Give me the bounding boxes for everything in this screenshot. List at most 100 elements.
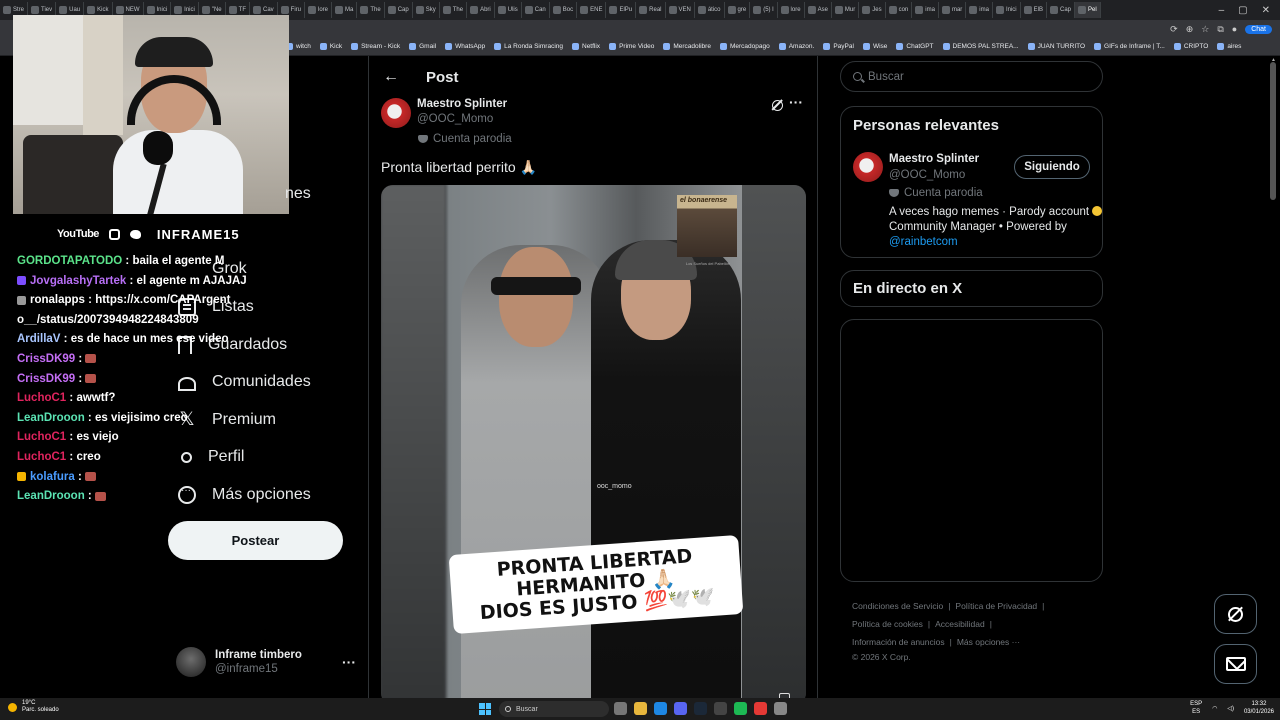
scrollbar[interactable]: [1270, 62, 1276, 200]
app-icon[interactable]: [714, 702, 727, 715]
discord-icon[interactable]: [674, 702, 687, 715]
chrome-icon[interactable]: [754, 702, 767, 715]
chat-username[interactable]: LuchoC1: [17, 431, 66, 443]
chat-username[interactable]: JovgalashyTartek: [30, 275, 126, 287]
browser-tab[interactable]: con: [886, 2, 913, 18]
chat-username[interactable]: CrissDK99: [17, 353, 75, 365]
bookmark-item[interactable]: ChatGPT: [896, 43, 934, 50]
chat-username[interactable]: LeanDrooon: [17, 490, 85, 502]
grok-icon[interactable]: [772, 100, 783, 111]
footer-more[interactable]: Más opciones ···: [957, 637, 1020, 647]
chat-username[interactable]: ronalapps: [30, 294, 85, 306]
bookmark-item[interactable]: WhatsApp: [445, 43, 485, 50]
following-button[interactable]: Siguiendo: [1014, 155, 1090, 179]
bookmark-item[interactable]: Gmail: [409, 43, 436, 50]
bookmark-item[interactable]: La Ronda Simracing: [494, 43, 563, 50]
bookmark-item[interactable]: Kick: [319, 43, 342, 50]
spotify-icon[interactable]: [734, 702, 747, 715]
task-view-icon[interactable]: [614, 702, 627, 715]
chat-username[interactable]: ArdillaV: [17, 333, 60, 345]
account-more-icon[interactable]: ···: [342, 654, 356, 670]
bookmark-item[interactable]: Netflix: [572, 43, 600, 50]
browser-tab[interactable]: Cap: [385, 2, 413, 18]
browser-tab[interactable]: Pel: [1075, 2, 1101, 18]
browser-tab[interactable]: mar: [939, 2, 967, 18]
start-button[interactable]: [479, 703, 491, 715]
close-icon[interactable]: ✕: [1262, 5, 1270, 16]
search-input[interactable]: Buscar: [840, 61, 1103, 92]
browser-tab[interactable]: (5) l: [750, 2, 778, 18]
footer-privacy[interactable]: Política de Privacidad: [955, 601, 1037, 611]
steam-icon[interactable]: [694, 702, 707, 715]
zoom-icon[interactable]: ⊕: [1186, 24, 1194, 35]
profile-icon[interactable]: ●: [1232, 24, 1237, 34]
back-arrow-icon[interactable]: ←: [383, 68, 399, 86]
author-name[interactable]: Maestro Splinter: [417, 98, 507, 110]
relevant-name[interactable]: Maestro Splinter: [889, 153, 979, 165]
footer-ads[interactable]: Información de anuncios: [852, 637, 945, 647]
bookmark-item[interactable]: DEMOS PAL STREA...: [942, 43, 1019, 50]
browser-tab[interactable]: ElPu: [606, 2, 637, 18]
clock[interactable]: 13:32 03/01/2026: [1244, 700, 1274, 716]
browser-tab[interactable]: ElB: [1021, 2, 1047, 18]
author-handle[interactable]: @OOC_Momo: [417, 113, 507, 125]
avatar[interactable]: [853, 152, 883, 182]
bookmark-item[interactable]: Prime Video: [609, 43, 654, 50]
post-more-icon[interactable]: ···: [789, 94, 803, 110]
browser-tab[interactable]: Cap: [1047, 2, 1075, 18]
browser-tab[interactable]: ático: [695, 2, 725, 18]
bookmark-item[interactable]: Wise: [862, 43, 887, 50]
chat-button[interactable]: Chat: [1245, 24, 1272, 34]
settings-icon[interactable]: [774, 702, 787, 715]
bio-link[interactable]: @rainbetcom: [889, 236, 958, 248]
relevant-handle[interactable]: @OOC_Momo: [889, 169, 965, 181]
refresh-icon[interactable]: ⟳: [1170, 24, 1178, 35]
language-indicator[interactable]: ESP ES: [1190, 700, 1202, 716]
chat-username[interactable]: LuchoC1: [17, 392, 66, 404]
browser-tab[interactable]: Sky: [413, 2, 440, 18]
bookmark-item[interactable]: Mercadopago: [719, 43, 770, 50]
footer-cookies[interactable]: Política de cookies: [852, 619, 923, 629]
bookmark-item[interactable]: aires: [1217, 43, 1241, 50]
wifi-icon[interactable]: ◠: [1212, 705, 1217, 712]
bookmark-item[interactable]: Mercadolibre: [663, 43, 711, 50]
messages-fab[interactable]: [1214, 644, 1257, 684]
chat-username[interactable]: GORDOTAPATODO: [17, 255, 122, 267]
browser-tab[interactable]: Mur: [832, 2, 860, 18]
post-author[interactable]: Maestro Splinter @OOC_Momo: [381, 98, 507, 128]
browser-tab[interactable]: gre: [725, 2, 751, 18]
bookmark-item[interactable]: JUAN TURRITO: [1027, 43, 1085, 50]
browser-tab[interactable]: Can: [522, 2, 550, 18]
avatar[interactable]: [381, 98, 411, 128]
bookmark-item[interactable]: witch: [286, 43, 311, 50]
post-button[interactable]: Postear: [168, 521, 343, 560]
browser-tab[interactable]: Boc: [550, 2, 578, 18]
browser-tab[interactable]: Ase: [805, 2, 832, 18]
star-icon[interactable]: ☆: [1201, 24, 1209, 35]
chat-username[interactable]: kolafura: [30, 471, 75, 483]
chat-username[interactable]: CrissDK99: [17, 373, 75, 385]
browser-tab[interactable]: The: [440, 2, 468, 18]
browser-tab[interactable]: VEN: [666, 2, 695, 18]
browser-tab[interactable]: Real: [636, 2, 666, 18]
edge-icon[interactable]: [654, 702, 667, 715]
browser-tab[interactable]: Inici: [993, 2, 1021, 18]
browser-tab[interactable]: lore: [778, 2, 805, 18]
browser-tab[interactable]: lore: [305, 2, 333, 18]
bookmark-item[interactable]: GIFs de Inframe | T...: [1094, 43, 1165, 50]
footer-accessibility[interactable]: Accesibilidad: [935, 619, 985, 629]
browser-tab[interactable]: The: [357, 2, 385, 18]
browser-tab[interactable]: ENE: [577, 2, 607, 18]
taskbar-search[interactable]: Buscar: [499, 701, 609, 717]
browser-tab[interactable]: Ulis: [495, 2, 522, 18]
footer-terms[interactable]: Condiciones de Servicio: [852, 601, 943, 611]
browser-tab[interactable]: ima: [966, 2, 993, 18]
bookmark-item[interactable]: Stream - Kick: [351, 43, 400, 50]
weather-widget[interactable]: 19°C Parc. soleado: [8, 700, 59, 714]
extensions-icon[interactable]: ⧉: [1217, 24, 1223, 35]
chat-username[interactable]: LuchoC1: [17, 451, 66, 463]
file-explorer-icon[interactable]: [634, 702, 647, 715]
bookmark-item[interactable]: Amazon.: [778, 43, 814, 50]
chat-username[interactable]: LeanDrooon: [17, 412, 85, 424]
volume-icon[interactable]: ◁): [1227, 705, 1234, 712]
